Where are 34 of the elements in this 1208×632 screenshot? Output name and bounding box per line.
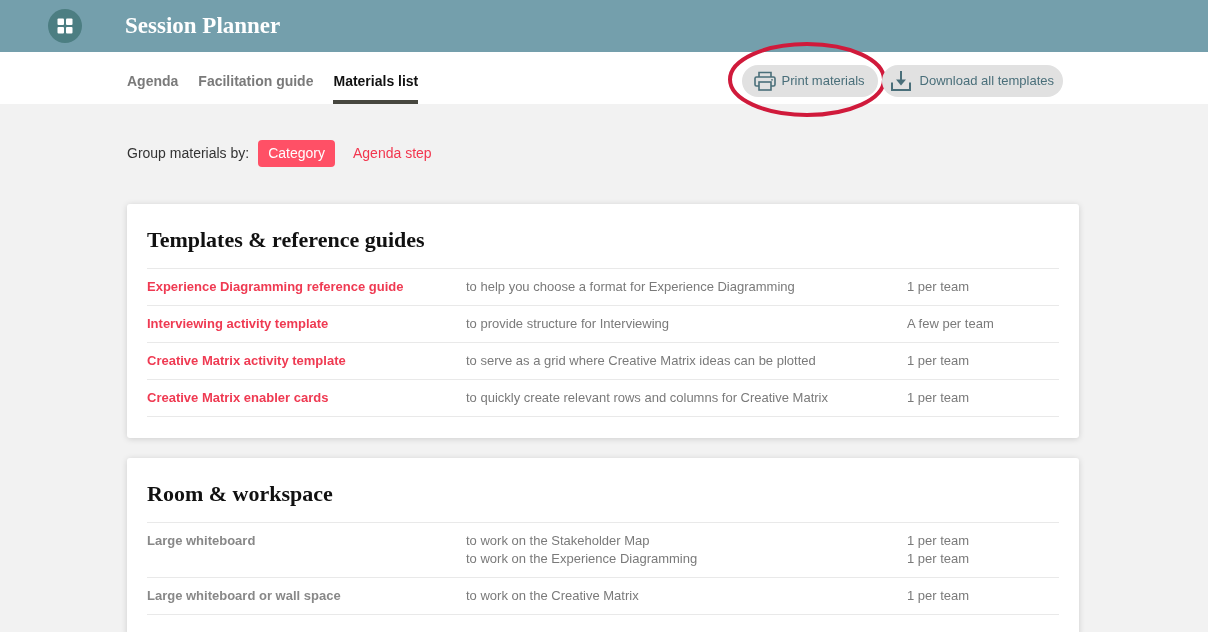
download-icon: [889, 70, 912, 92]
nav-tab[interactable]: Facilitation guide: [198, 52, 314, 104]
section-heading: Templates & reference guides: [147, 226, 425, 254]
purpose-text: to quickly create relevant rows and columns for Creative Matrix: [466, 390, 828, 405]
material-link[interactable]: Experience Diagramming reference guide: [147, 279, 404, 294]
purpose-text: to provide structure for Interviewing: [466, 316, 670, 331]
nav-tab[interactable]: Materials list: [333, 52, 419, 104]
app-title: Session Planner: [125, 12, 281, 40]
section-heading: Room & workspace: [147, 480, 333, 508]
group-by-label: Group materials by:: [127, 144, 250, 163]
quantity-text: A few per team: [907, 316, 994, 331]
quantity-text: 1 per team: [907, 279, 970, 294]
purpose-text: to help you choose a format for Experience Diagramming: [466, 279, 795, 294]
material-name: Large whiteboard or wall space: [147, 588, 341, 603]
quantity-text: 1 per team: [907, 588, 970, 603]
group-option[interactable]: Agenda step: [343, 140, 442, 167]
nav-tab[interactable]: Agenda: [127, 52, 179, 104]
purpose-text: to serve as a grid where Creative Matrix ideas can be plotted: [466, 353, 816, 368]
quantity-text: 1 per team: [907, 533, 970, 548]
material-link[interactable]: Creative Matrix activity template: [147, 353, 346, 368]
grid-menu-icon[interactable]: [48, 9, 82, 43]
download-button[interactable]: Download all templates: [881, 65, 1063, 97]
material-name: Large whiteboard: [147, 533, 256, 548]
purpose-text: to work on the Creative Matrix: [466, 588, 639, 603]
quantity-text: 1 per team: [907, 390, 970, 405]
print-button[interactable]: Print materials: [741, 65, 878, 97]
purpose-text: to work on the Experience Diagramming: [466, 551, 698, 566]
purpose-text: to work on the Stakeholder Map: [466, 533, 650, 548]
material-link[interactable]: Interviewing activity template: [147, 316, 329, 331]
quantity-text: 1 per team: [907, 551, 970, 566]
group-option[interactable]: Category: [258, 140, 335, 167]
material-link[interactable]: Creative Matrix enabler cards: [147, 390, 329, 405]
quantity-text: 1 per team: [907, 353, 970, 368]
printer-icon: [753, 71, 776, 91]
